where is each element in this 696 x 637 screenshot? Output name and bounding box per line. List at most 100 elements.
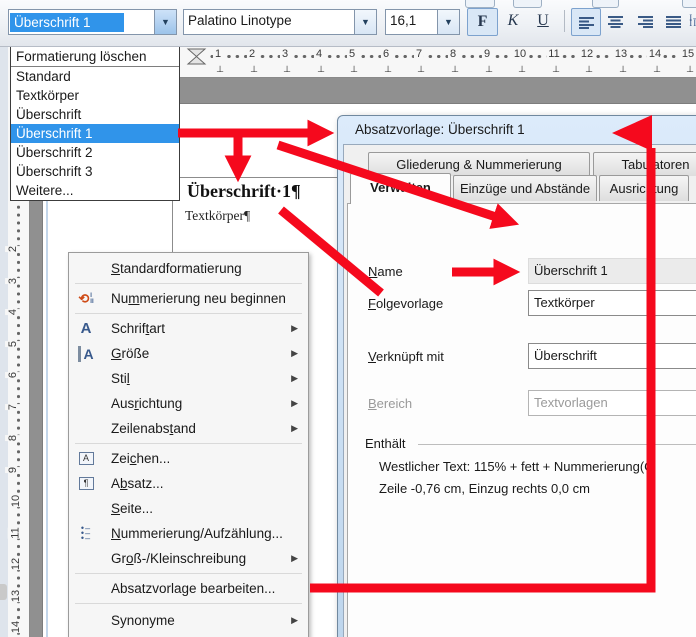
folgevorlage-field[interactable]: Textkörper [528, 290, 696, 316]
paragraph-dialog-icon: ¶ [79, 477, 94, 490]
menu-item-seite[interactable]: Seite... [69, 496, 308, 521]
tab-stop-marker[interactable]: ⊥ [619, 64, 627, 75]
menu-item-ausrichtung[interactable]: Ausrichtung ▶ [69, 391, 308, 416]
dropdown-item[interactable]: Textkörper [11, 86, 179, 105]
menu-item-schriftart[interactable]: A Schriftart ▶ [69, 316, 308, 341]
align-justify-button[interactable] [661, 8, 685, 34]
ruler-number: 11 [8, 527, 24, 538]
font-combo-dropdown-button[interactable]: ▼ [354, 10, 376, 34]
ruler-number: 10 [512, 48, 528, 60]
font-name-value[interactable]: Palatino Linotype [184, 10, 354, 34]
ruler-number: 3 [280, 48, 290, 60]
document-heading-text[interactable]: Überschrift·1¶ [187, 181, 301, 202]
tab-stop-marker[interactable]: ⊥ [417, 64, 425, 75]
style-combo-dropdown-button[interactable]: ▼ [154, 10, 176, 34]
tab-einzuege-abstaende[interactable]: Einzüge und Abstände [453, 175, 597, 201]
submenu-arrow-icon: ▶ [291, 553, 298, 564]
ruler-number: 1 [213, 48, 223, 60]
bold-button[interactable]: F [467, 8, 498, 36]
dropdown-item[interactable]: Überschrift 3 [11, 162, 179, 181]
name-field[interactable]: Überschrift 1 [528, 258, 696, 284]
menu-item-nummerierung-neu-beginnen[interactable]: ⟲III Nummerierung neu beginnen [69, 286, 308, 311]
tab-tabulatoren[interactable]: Tabulatoren [593, 152, 696, 176]
ruler-number: 9 [5, 467, 21, 473]
tab-stop-marker[interactable]: ⊥ [552, 64, 560, 75]
size-combo-dropdown-button[interactable]: ▼ [437, 10, 459, 34]
tab-stop-marker[interactable]: ⊥ [350, 64, 358, 75]
tab-stop-marker[interactable]: ⊥ [585, 64, 593, 75]
underline-button[interactable]: U [529, 8, 557, 34]
align-left-button[interactable] [571, 8, 601, 36]
menu-item-zeilenabstand[interactable]: Zeilenabstand ▶ [69, 416, 308, 441]
ruler-number: 7 [414, 48, 424, 60]
writer-window: Überschrift·1¶ Textkörper¶ Überschrift 1… [0, 0, 696, 637]
tab-stop-marker[interactable]: ⊥ [518, 64, 526, 75]
dialog-body: Gliederung & Nummerierung Tabulatoren Ve… [343, 144, 696, 637]
align-center-button[interactable] [601, 8, 629, 34]
tab-panel-verwalten: Name Überschrift 1 Folgevorlage Textkörp… [347, 203, 696, 637]
ruler-number: 12 [8, 558, 24, 570]
partial-toolbar-button [682, 0, 696, 8]
tab-verwalten[interactable]: Verwalten [350, 173, 451, 204]
menu-item-standardformatierung[interactable]: Standardformatierung [69, 256, 308, 281]
menu-item-synonyme[interactable]: Synonyme ▶ [69, 606, 308, 634]
dropdown-item[interactable]: Weitere... [11, 181, 179, 200]
dropdown-item[interactable]: Überschrift 2 [11, 143, 179, 162]
bereich-field[interactable]: Textvorlagen [528, 390, 696, 416]
dropdown-item[interactable]: Formatierung löschen [11, 47, 179, 67]
paragraph-style-dropdown-list: Formatierung löschen Standard Textkörper… [10, 46, 180, 201]
tab-stop-marker[interactable]: ⊥ [451, 64, 459, 75]
indent-marker[interactable] [186, 48, 208, 65]
menu-item-gross-kleinschreibung[interactable]: Groß-/Kleinschreibung ▶ [69, 546, 308, 571]
menu-item-nummerierung-aufzaehlung[interactable]: •–•–•– Nummerierung/Aufzählung... [69, 521, 308, 546]
toolbar-separator [564, 10, 565, 32]
font-name-combobox[interactable]: Palatino Linotype ▼ [183, 9, 377, 35]
submenu-arrow-icon: ▶ [291, 615, 298, 626]
paragraph-style-combobox[interactable]: Überschrift 1 ▼ [8, 9, 177, 35]
tab-stop-marker[interactable]: ⊥ [317, 64, 325, 75]
tab-stop-marker[interactable]: ⊥ [653, 64, 661, 75]
dropdown-item-selected[interactable]: Überschrift 1 [11, 124, 179, 143]
align-center-icon [608, 15, 623, 28]
tab-stop-marker[interactable]: ⊥ [250, 64, 258, 75]
ruler-number: 10 [8, 495, 24, 507]
dropdown-item[interactable]: Überschrift [11, 105, 179, 124]
tab-stop-marker[interactable]: ⊥ [384, 64, 392, 75]
paragraph-style-dialog: Absatzvorlage: Überschrift 1 Gliederung … [337, 115, 696, 637]
group-line [418, 444, 696, 445]
menu-item-absatzvorlage-bearbeiten[interactable]: Absatzvorlage bearbeiten... [69, 576, 308, 601]
ruler-number: 7 [5, 404, 21, 410]
menu-item-groesse[interactable]: A Größe ▶ [69, 341, 308, 366]
verknuepft-mit-field[interactable]: Überschrift [528, 343, 696, 369]
menu-item-zeichen[interactable]: A Zeichen... [69, 446, 308, 471]
ruler-number: 14 [8, 621, 24, 633]
bereich-label: Bereich [368, 396, 412, 411]
window-edge [0, 0, 8, 637]
align-right-button[interactable] [631, 8, 659, 34]
font-size-combobox[interactable]: 16,1 ▼ [385, 9, 460, 35]
scroll-nub [0, 584, 7, 600]
paragraph-style-value[interactable]: Überschrift 1 [10, 13, 124, 32]
tab-stop-marker[interactable]: ⊥ [283, 64, 291, 75]
menu-item-absatz[interactable]: ¶ Absatz... [69, 471, 308, 496]
document-body-text[interactable]: Textkörper¶ [185, 208, 250, 224]
font-size-icon: A [78, 346, 93, 362]
numbered-list-button[interactable]: I–II– [688, 8, 696, 34]
tab-stop-marker[interactable]: ⊥ [686, 64, 694, 75]
italic-button[interactable]: K [499, 8, 527, 34]
tab-stop-marker[interactable]: ⊥ [485, 64, 493, 75]
verknuepft-mit-label: Verknüpft mit [368, 349, 444, 364]
tab-stop-marker[interactable]: ⊥ [216, 64, 224, 75]
font-size-value[interactable]: 16,1 [386, 10, 437, 34]
ruler-number: 13 [8, 590, 24, 602]
folgevorlage-label: Folgevorlage [368, 296, 443, 311]
dropdown-item[interactable]: Standard [11, 67, 179, 86]
formatting-toolbar: Überschrift 1 ▼ Palatino Linotype ▼ 16,1… [0, 0, 696, 47]
submenu-arrow-icon: ▶ [291, 398, 298, 409]
menu-separator [75, 443, 302, 444]
submenu-arrow-icon: ▶ [291, 373, 298, 384]
numbered-list-icon: I–II– [689, 16, 696, 26]
dialog-title[interactable]: Absatzvorlage: Überschrift 1 [338, 116, 696, 143]
tab-ausrichtung[interactable]: Ausrichtung [599, 175, 689, 201]
menu-item-stil[interactable]: Stil ▶ [69, 366, 308, 391]
